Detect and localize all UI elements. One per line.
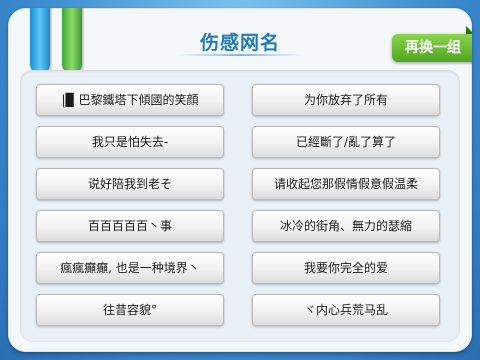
name-button[interactable]: 为你放弃了所有 xyxy=(252,84,440,116)
name-button[interactable]: 已經斷了/亂了算了 xyxy=(252,126,440,158)
name-button[interactable]: 我只是怕失去- xyxy=(36,126,224,158)
name-button[interactable]: 冰冷的街角、無力的瑟縮 xyxy=(252,210,440,242)
main-panel: 伤感网名 再换一组 |▉ 巴黎鐵塔下傾國的笑顔 我只是怕失去- 说好陪我到老そ … xyxy=(8,8,472,352)
name-button[interactable]: 往昔容貌° xyxy=(36,294,224,326)
name-button[interactable]: 请收起您那假情假意假温柔 xyxy=(252,168,440,200)
name-button[interactable]: 说好陪我到老そ xyxy=(36,168,224,200)
app-background: 伤感网名 再换一组 |▉ 巴黎鐵塔下傾國的笑顔 我只是怕失去- 说好陪我到老そ … xyxy=(0,0,480,360)
name-button[interactable]: |▉ 巴黎鐵塔下傾國的笑顔 xyxy=(36,84,224,116)
name-button[interactable]: 百百百百百丶事 xyxy=(36,210,224,242)
name-button[interactable]: 瘋瘋癲癲, 也是一种境界丶 xyxy=(36,252,224,284)
title-divider xyxy=(176,54,304,56)
refresh-group-button[interactable]: 再换一组 xyxy=(392,26,472,62)
name-button[interactable]: 我要你完全的爱 xyxy=(252,252,440,284)
name-button[interactable]: ヾ内心兵荒马乱 xyxy=(252,294,440,326)
